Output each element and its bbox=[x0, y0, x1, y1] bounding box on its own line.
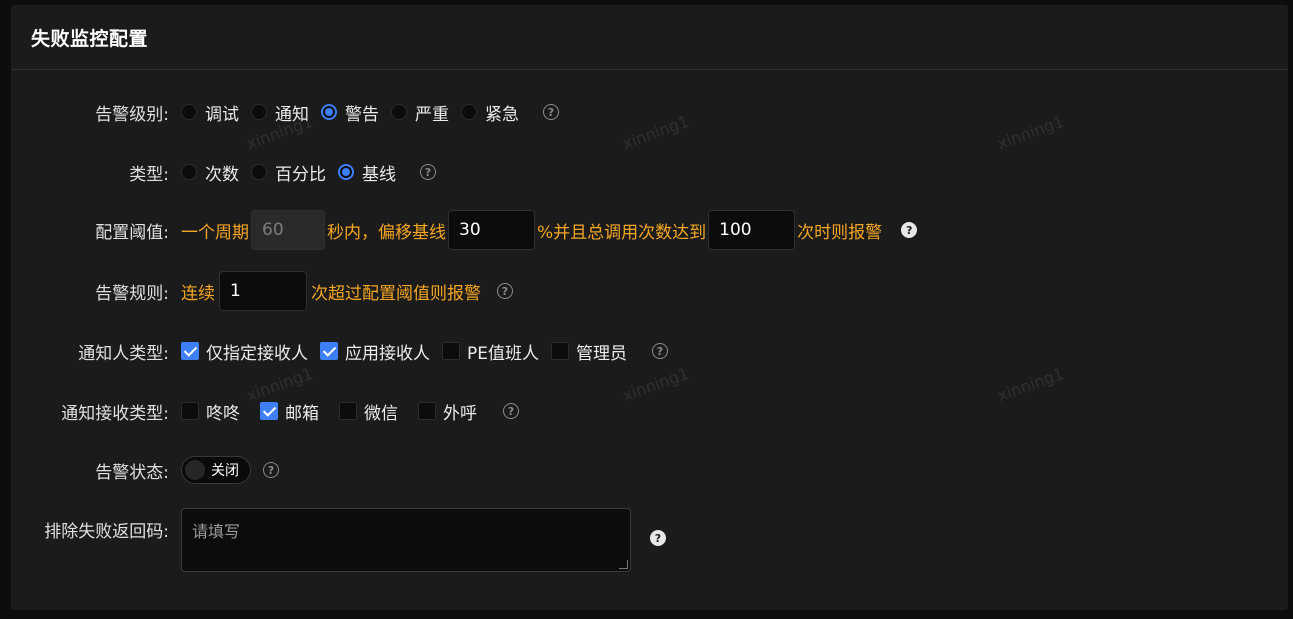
toggle-label: 关闭 bbox=[211, 463, 239, 479]
threshold-text: 次时则报警 bbox=[797, 222, 883, 243]
option-label: 严重 bbox=[415, 104, 449, 125]
toggle-knob bbox=[185, 460, 205, 480]
radio-warning[interactable] bbox=[321, 104, 337, 120]
help-icon[interactable]: ? bbox=[901, 222, 918, 238]
checkbox-dongdong[interactable] bbox=[181, 402, 199, 420]
alert-status-label: 告警状态: bbox=[95, 462, 169, 483]
notify-channel-option[interactable]: 外呼 bbox=[418, 399, 477, 424]
consecutive-input[interactable]: 1 bbox=[219, 271, 307, 311]
option-label: 紧急 bbox=[485, 104, 519, 125]
checkbox-pe-oncall[interactable] bbox=[442, 342, 460, 360]
checkbox-app-receiver[interactable] bbox=[320, 342, 338, 360]
rule-text: 次超过配置阈值则报警 bbox=[311, 283, 481, 304]
checkbox-specified-receiver[interactable] bbox=[181, 342, 199, 360]
type-row: 类型: 次数 百分比 基线 ? bbox=[11, 159, 436, 185]
option-label: 邮箱 bbox=[285, 403, 319, 424]
watermark: xinning1 bbox=[619, 363, 692, 406]
notify-channel-option[interactable]: 咚咚 bbox=[181, 399, 240, 424]
watermark: xinning1 bbox=[994, 363, 1067, 406]
help-icon[interactable]: ? bbox=[263, 462, 279, 478]
type-option-count[interactable]: 次数 bbox=[181, 160, 239, 185]
threshold-text: 一个周期 bbox=[181, 222, 249, 243]
threshold-text: %并且总调用次数达到 bbox=[537, 222, 707, 243]
watermark: xinning1 bbox=[994, 111, 1067, 154]
option-label: 百分比 bbox=[275, 164, 326, 185]
option-label: 基线 bbox=[362, 164, 396, 185]
checkbox-wechat[interactable] bbox=[339, 402, 357, 420]
checkbox-email[interactable] bbox=[260, 402, 278, 420]
alert-status-toggle[interactable]: 关闭 bbox=[181, 456, 251, 484]
alert-level-option-debug[interactable]: 调试 bbox=[181, 100, 239, 125]
alert-status-row: 告警状态: 关闭 ? bbox=[11, 455, 279, 485]
notify-channel-option[interactable]: 邮箱 bbox=[260, 399, 319, 424]
checkbox-phone-call[interactable] bbox=[418, 402, 436, 420]
alert-level-row: 告警级别: 调试 通知 警告 严重 紧急 ? bbox=[11, 99, 559, 125]
notify-person-option[interactable]: 仅指定接收人 bbox=[181, 339, 308, 364]
help-icon[interactable]: ? bbox=[650, 530, 666, 546]
notify-channel-row: 通知接收类型: 咚咚 邮箱 微信 外呼 ? bbox=[11, 398, 519, 424]
alert-level-option-notice[interactable]: 通知 bbox=[251, 100, 309, 125]
failure-monitor-panel: 失败监控配置 xinning1 xinning1 xinning1 xinnin… bbox=[11, 5, 1288, 610]
option-label: 通知 bbox=[275, 104, 309, 125]
option-label: 次数 bbox=[205, 164, 239, 185]
notify-person-label: 通知人类型: bbox=[78, 343, 169, 364]
option-label: 咚咚 bbox=[206, 403, 240, 424]
radio-serious[interactable] bbox=[391, 104, 407, 120]
radio-notice[interactable] bbox=[251, 104, 267, 120]
panel-title: 失败监控配置 bbox=[31, 27, 149, 50]
help-icon[interactable]: ? bbox=[420, 164, 436, 180]
radio-percent[interactable] bbox=[251, 164, 267, 180]
help-icon[interactable]: ? bbox=[543, 104, 559, 120]
option-label: 微信 bbox=[364, 403, 398, 424]
notify-channel-option[interactable]: 微信 bbox=[339, 399, 398, 424]
radio-baseline[interactable] bbox=[338, 164, 354, 180]
notify-channel-label: 通知接收类型: bbox=[61, 403, 169, 424]
period-input[interactable]: 60 bbox=[251, 210, 325, 250]
exclude-codes-label: 排除失败返回码: bbox=[44, 522, 169, 542]
option-label: PE值班人 bbox=[467, 343, 539, 364]
watermark: xinning1 bbox=[619, 111, 692, 154]
rule-row: 告警规则: 连续 1 次超过配置阈值则报警 ? bbox=[11, 271, 513, 311]
alert-level-label: 告警级别: bbox=[95, 104, 169, 125]
exclude-codes-row: 排除失败返回码: 请填写 ? bbox=[11, 508, 666, 572]
threshold-row: 配置阈值: 一个周期 60 秒内，偏移基线 30 %并且总调用次数达到 100 … bbox=[11, 210, 918, 250]
notify-person-row: 通知人类型: 仅指定接收人 应用接收人 PE值班人 管理员 ? bbox=[11, 338, 668, 364]
option-label: 调试 bbox=[205, 104, 239, 125]
type-option-percent[interactable]: 百分比 bbox=[251, 160, 326, 185]
notify-person-option[interactable]: PE值班人 bbox=[442, 339, 539, 364]
count-input[interactable]: 100 bbox=[708, 210, 796, 250]
resize-handle-icon[interactable] bbox=[619, 560, 628, 569]
option-label: 应用接收人 bbox=[345, 343, 430, 364]
option-label: 仅指定接收人 bbox=[206, 343, 308, 364]
option-label: 外呼 bbox=[443, 403, 477, 424]
radio-debug[interactable] bbox=[181, 104, 197, 120]
radio-urgent[interactable] bbox=[461, 104, 477, 120]
alert-level-option-serious[interactable]: 严重 bbox=[391, 100, 449, 125]
notify-person-option[interactable]: 管理员 bbox=[551, 339, 627, 364]
textarea-placeholder: 请填写 bbox=[192, 522, 241, 541]
help-icon[interactable]: ? bbox=[652, 343, 668, 359]
checkbox-admin[interactable] bbox=[551, 342, 569, 360]
alert-level-option-warning[interactable]: 警告 bbox=[321, 100, 379, 125]
notify-person-option[interactable]: 应用接收人 bbox=[320, 339, 430, 364]
offset-input[interactable]: 30 bbox=[448, 210, 535, 250]
help-icon[interactable]: ? bbox=[497, 283, 513, 299]
type-option-baseline[interactable]: 基线 bbox=[338, 160, 396, 185]
panel-header: 失败监控配置 bbox=[11, 5, 1288, 70]
option-label: 警告 bbox=[345, 104, 379, 125]
threshold-text: 秒内，偏移基线 bbox=[327, 222, 446, 243]
radio-count[interactable] bbox=[181, 164, 197, 180]
type-label: 类型: bbox=[129, 164, 169, 185]
threshold-label: 配置阈值: bbox=[95, 222, 169, 243]
exclude-codes-textarea[interactable]: 请填写 bbox=[181, 508, 631, 572]
rule-text: 连续 bbox=[181, 283, 215, 304]
help-icon[interactable]: ? bbox=[503, 403, 519, 419]
rule-label: 告警规则: bbox=[95, 283, 169, 304]
alert-level-option-urgent[interactable]: 紧急 bbox=[461, 100, 519, 125]
option-label: 管理员 bbox=[576, 343, 627, 364]
